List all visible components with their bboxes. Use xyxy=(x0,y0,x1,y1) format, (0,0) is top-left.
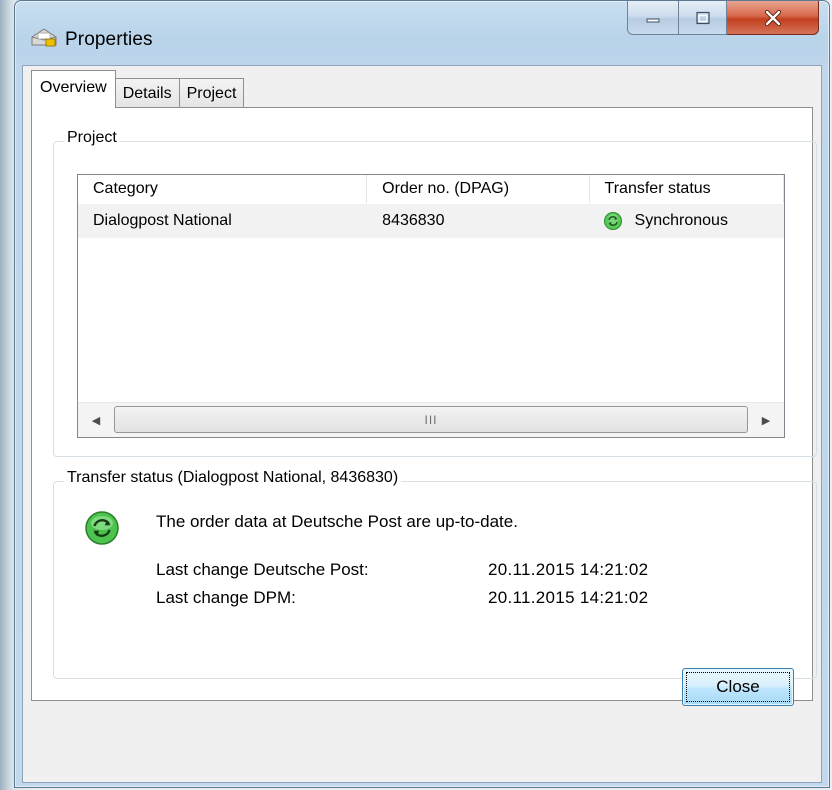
close-button-label: Close xyxy=(686,672,790,702)
transfer-status-message: The order data at Deutsche Post are up-t… xyxy=(156,512,518,531)
scroll-left-arrow-icon[interactable]: ◀ xyxy=(78,403,114,437)
horizontal-scrollbar[interactable]: ◀ III ▶ xyxy=(78,402,784,437)
transfer-status-group-label: Transfer status (Dialogpost National, 84… xyxy=(64,469,402,487)
transfer-status-text: Synchronous xyxy=(634,212,728,229)
scroll-right-arrow-icon[interactable]: ▶ xyxy=(748,403,784,437)
scrollbar-thumb[interactable]: III xyxy=(114,406,748,433)
project-group-label: Project xyxy=(64,129,120,147)
cell-category: Dialogpost National xyxy=(93,212,232,229)
properties-window: Properties Overview Details Project Proj… xyxy=(14,0,830,788)
last-change-deutsche-post-label: Last change Deutsche Post: xyxy=(156,560,369,579)
column-header-order-no[interactable]: Order no. (DPAG) xyxy=(367,175,590,203)
caption-buttons xyxy=(627,1,819,39)
window-title: Properties xyxy=(65,29,153,50)
tab-overview[interactable]: Overview xyxy=(31,70,116,108)
last-change-dpm-label: Last change DPM: xyxy=(156,588,296,607)
scrollbar-grip: III xyxy=(424,412,438,427)
table-row[interactable]: Dialogpost National 8436830 Synchronous xyxy=(78,204,784,238)
list-header: Category Order no. (DPAG) Transfer statu… xyxy=(78,175,784,203)
sync-icon xyxy=(85,511,119,545)
transfer-status-group: Transfer status (Dialogpost National, 84… xyxy=(53,469,817,679)
project-group: Project Category Order no. (DPAG) Transf… xyxy=(53,129,817,457)
minimize-icon xyxy=(646,18,660,22)
cell-transfer-status: Synchronous xyxy=(590,204,784,238)
maximize-button[interactable] xyxy=(679,1,727,35)
last-change-dpm-value: 20.11.2015 14:21:02 xyxy=(488,588,649,607)
maximize-icon xyxy=(695,11,710,24)
column-header-transfer-status[interactable]: Transfer status xyxy=(590,175,784,203)
tab-strip: Overview Details Project xyxy=(31,70,245,108)
cell-order-no: 8436830 xyxy=(382,212,445,229)
title-bar[interactable]: Properties xyxy=(15,1,829,50)
close-icon xyxy=(764,9,781,26)
minimize-button[interactable] xyxy=(627,1,679,35)
project-list-view[interactable]: Category Order no. (DPAG) Transfer statu… xyxy=(77,174,785,438)
close-window-button[interactable] xyxy=(727,1,819,35)
close-button[interactable]: Close xyxy=(682,668,794,706)
last-change-deutsche-post-value: 20.11.2015 14:21:02 xyxy=(488,560,649,579)
column-header-category[interactable]: Category xyxy=(78,175,368,203)
tab-project[interactable]: Project xyxy=(178,78,245,108)
sync-icon xyxy=(603,212,622,230)
tab-details[interactable]: Details xyxy=(114,78,180,108)
properties-app-icon xyxy=(31,28,57,47)
